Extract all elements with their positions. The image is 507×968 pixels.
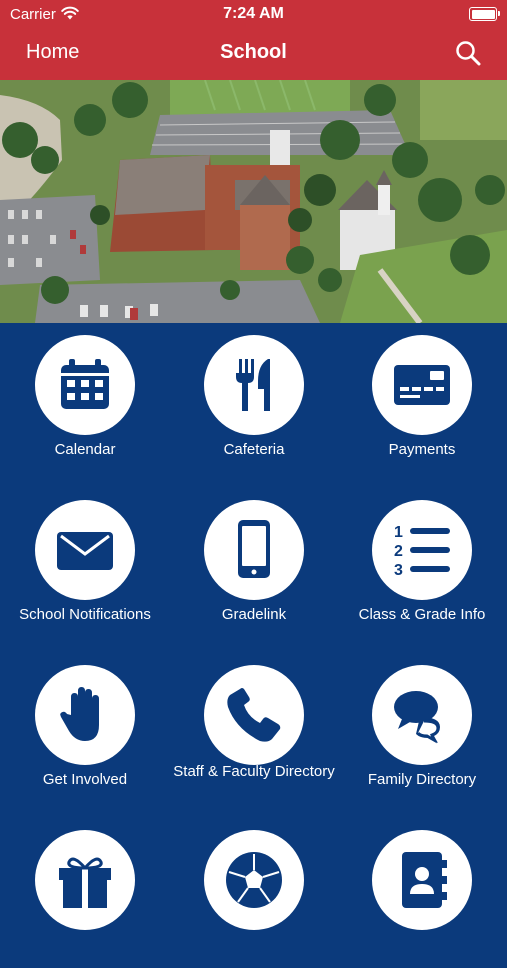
clock: 7:24 AM: [223, 5, 284, 22]
tile-icon-circle: [372, 665, 472, 765]
tile-icon-circle: [204, 500, 304, 600]
navigation-bar: Home School: [0, 28, 507, 80]
tile-class-grade-info[interactable]: 1 2 3 Class & Grade Info: [337, 488, 507, 638]
raised-hand-icon: [60, 687, 99, 741]
tile-icon-circle: [204, 335, 304, 435]
tile-cafeteria[interactable]: Cafeteria: [169, 323, 339, 473]
tile-gradelink[interactable]: Gradelink: [169, 488, 339, 638]
tile-label: Cafeteria: [223, 441, 285, 458]
tile-icon-circle: [372, 335, 472, 435]
envelope-icon: [57, 532, 113, 570]
tile-icon-circle: [35, 830, 135, 930]
tile-icon-circle: [204, 830, 304, 930]
page-title: School: [220, 41, 287, 63]
tile-family-directory[interactable]: Family Directory: [337, 653, 507, 803]
tile-contacts[interactable]: [337, 818, 507, 968]
gift-icon: [59, 857, 111, 908]
chat-bubbles-icon: [394, 691, 440, 744]
payment-card-icon: [394, 365, 450, 405]
status-bar: Carrier 7:24 AM: [0, 0, 507, 28]
battery-icon: [469, 7, 500, 21]
tile-icon-circle: [35, 665, 135, 765]
tile-icon-circle: 1 2 3: [372, 500, 472, 600]
tile-label: Gradelink: [221, 606, 287, 623]
tile-icon-circle: [372, 830, 472, 930]
tile-label: Class & Grade Info: [358, 606, 486, 623]
tile-icon-circle: [35, 335, 135, 435]
hero-photo-carousel[interactable]: [0, 80, 507, 323]
search-icon[interactable]: [455, 40, 481, 66]
header-bar: Carrier 7:24 AM Home School: [0, 0, 507, 80]
tile-label: Staff & Faculty Directory: [173, 763, 335, 780]
calendar-icon: [61, 359, 109, 409]
tile-get-involved[interactable]: Get Involved: [0, 653, 170, 803]
tile-athletics[interactable]: [169, 818, 339, 968]
tile-school-notifications[interactable]: School Notifications: [0, 488, 170, 638]
tile-icon-circle: [35, 500, 135, 600]
tile-staff-faculty-directory[interactable]: Staff & Faculty Directory: [169, 653, 339, 803]
fork-knife-icon: [236, 359, 270, 411]
aerial-campus-image: [0, 80, 507, 323]
svg-text:2: 2: [394, 543, 403, 560]
svg-text:3: 3: [394, 562, 403, 579]
contact-book-icon: [402, 852, 447, 908]
tile-gifts[interactable]: [0, 818, 170, 968]
tile-label: Calendar: [54, 441, 116, 458]
tile-label: School Notifications: [19, 606, 151, 623]
svg-text:1: 1: [394, 524, 403, 541]
tile-icon-circle: [204, 665, 304, 765]
tile-label: Get Involved: [42, 771, 128, 788]
smartphone-icon: [238, 520, 270, 578]
tile-label: Payments: [388, 441, 456, 458]
soccer-ball-icon: [226, 852, 282, 908]
tile-payments[interactable]: Payments: [337, 323, 507, 473]
numbered-list-icon: 1 2 3: [394, 524, 450, 579]
phone-handset-icon: [227, 688, 281, 742]
feature-grid: Calendar Cafeteria Payments School Notif…: [0, 323, 507, 930]
tile-calendar[interactable]: Calendar: [0, 323, 170, 473]
tile-label: Family Directory: [367, 771, 477, 788]
